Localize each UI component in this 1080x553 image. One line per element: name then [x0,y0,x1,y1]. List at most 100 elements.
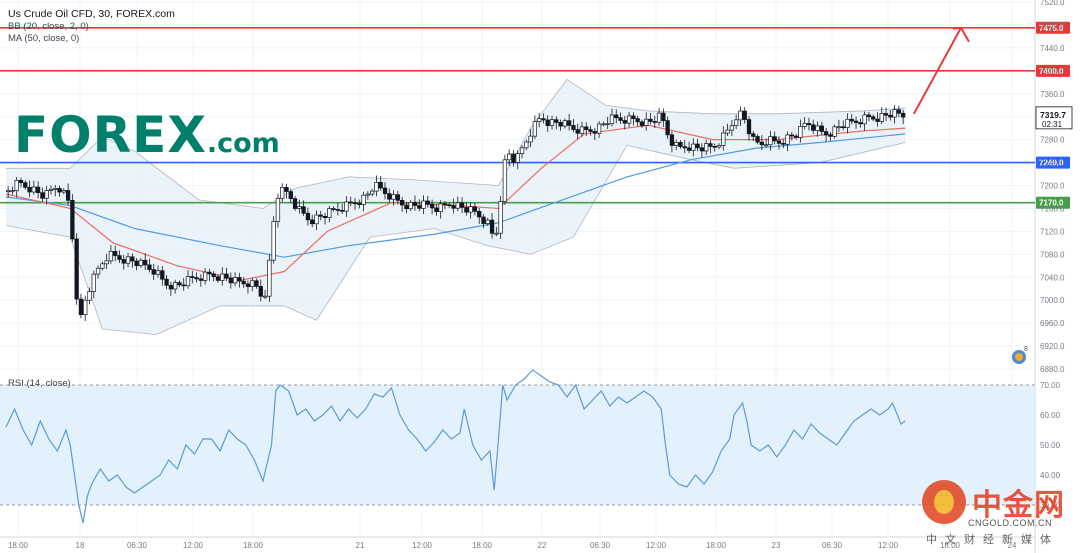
bb-legend[interactable]: BB (20, close, 2, 0) [8,21,89,32]
rsi-tick-label: 50.00 [1040,441,1061,450]
candle-body [352,202,358,205]
rsi-legend[interactable]: RSI (14, close) [8,378,71,389]
candle-body [584,126,589,130]
candle-body [614,114,619,119]
candle-body [896,109,902,114]
candle-body [575,129,580,134]
candle-body [177,282,182,286]
candle-body [125,256,131,264]
candle-body [194,277,199,280]
candle-body [815,125,820,131]
candle-body [134,260,139,267]
candle-body [207,271,212,275]
time-tick-label: 06:30 [822,541,843,550]
candle-body [468,206,473,213]
candle-body [254,280,259,287]
candle-body [395,194,400,201]
candle-body [665,120,670,136]
candle-body [35,186,41,194]
candle-body [823,131,829,136]
candle-body [143,259,148,266]
candle-body [836,126,842,129]
candle-body [609,114,615,125]
candle-body [250,280,255,288]
ma-legend[interactable]: MA (50, close, 0) [8,33,79,44]
candle-body [871,116,876,120]
time-tick-label: 12:00 [412,541,433,550]
candle-body [524,141,529,149]
candle-body [781,143,786,145]
candle-body [87,291,92,301]
candle-body [464,207,469,213]
candle-body [237,277,242,282]
candle-body [160,270,165,280]
candle-body [686,147,692,151]
candle-body [314,214,319,225]
candle-body [297,206,302,209]
time-tick-label: 18:00 [243,541,264,550]
candle-body [10,190,15,192]
candle-body [27,186,32,193]
candle-body [734,119,739,127]
chart-title: Us Crude Oil CFD, 30, FOREX.com [8,8,175,20]
candle-body [198,278,203,281]
price-tick-label: 6920.0 [1040,342,1065,351]
price-chart[interactable]: 7475.07400.07240.07170.0 7520.07480.0744… [0,0,1080,553]
candle-body [215,276,221,281]
candle-body [674,142,679,146]
price-tick-label: 6880.0 [1040,365,1065,374]
candle-body [408,201,413,210]
candle-body [729,125,735,131]
candle-body [699,147,705,152]
candle-body [327,208,332,218]
candle-body [776,140,782,144]
candle-body [661,112,666,121]
candle-body [18,180,24,184]
candle-body [639,121,645,126]
candle-body [48,189,54,191]
time-tick-label: 18:00 [706,541,727,550]
candle-body [301,206,306,214]
candle-body [382,187,388,194]
candle-body [434,207,439,212]
price-tick-label: 7080.0 [1040,250,1065,259]
price-tick-label: 7480.0 [1040,21,1065,30]
candle-body [678,142,683,147]
candle-body [245,283,251,288]
candle-body [901,112,906,118]
candle-body [417,205,422,209]
candle-body [412,201,418,206]
time-tick-label: 21 [356,541,365,550]
candle-body [275,197,281,222]
candle-body [682,146,687,149]
candle-body [391,194,396,200]
candle-body [421,200,426,209]
candle-body [5,190,11,193]
candle-body [374,181,379,192]
candle-body [23,182,28,188]
rsi-band-fill [0,385,1035,505]
time-tick-label: 22 [538,541,547,550]
candle-body [494,232,499,235]
cngold-watermark: 中金网 CNGOLD.COM.CN 中文财经新媒体 [918,478,1080,553]
candle-body [378,181,383,189]
candle-body [669,134,675,146]
candle-body [519,147,525,155]
candle-body [65,190,71,201]
candle-body [588,129,593,132]
candle-body [369,190,375,195]
price-tick-label: 7400.0 [1040,67,1065,76]
candle-body [772,136,777,142]
candle-body [879,113,884,122]
forex-logo: FOREX.com [14,106,280,164]
candle-body [357,203,362,205]
candle-body [202,271,208,281]
candle-body [828,134,833,137]
candle-body [704,143,709,152]
candle-body [258,286,263,297]
candle-body [455,202,460,209]
candle-body [802,123,807,127]
time-tick-label: 06:30 [590,541,611,550]
candle-body [631,115,636,119]
candle-body [181,284,186,287]
